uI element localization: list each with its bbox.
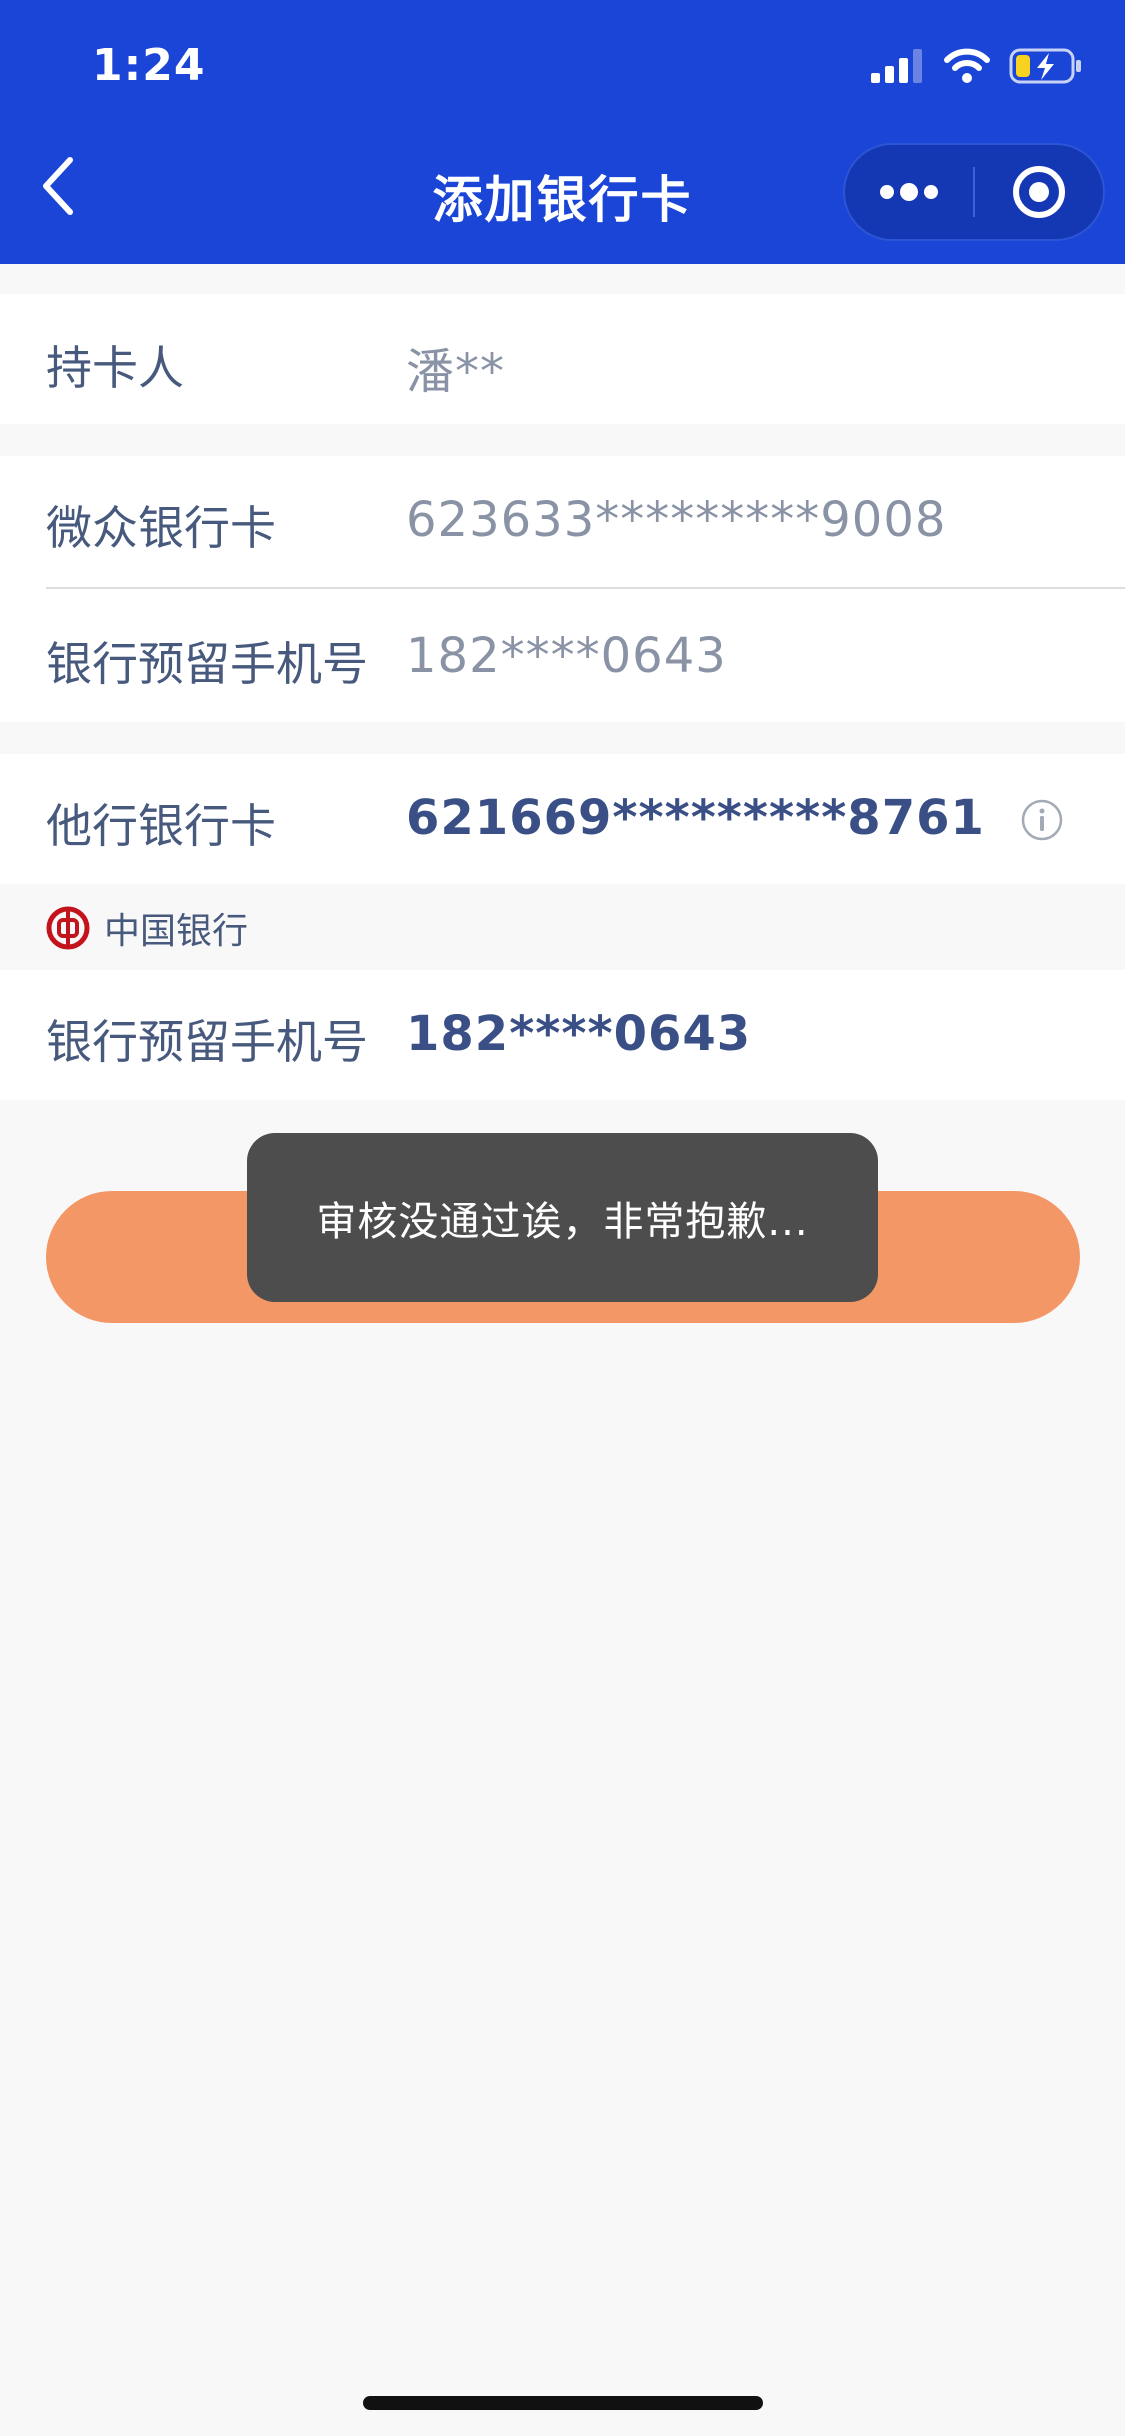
wifi-icon bbox=[944, 48, 990, 83]
row-divider bbox=[46, 587, 1125, 589]
signal-icon bbox=[871, 49, 922, 83]
bank-info: 中国银行 bbox=[46, 906, 248, 952]
status-icons bbox=[871, 44, 1083, 88]
status-time: 1:24 bbox=[92, 40, 206, 91]
toast-text: 审核没通过诶，非常抱歉... bbox=[316, 1198, 809, 1245]
bank-name: 中国银行 bbox=[104, 911, 249, 952]
bank-of-china-logo bbox=[46, 906, 90, 950]
webank-card-section: 微众银行卡 623633*********9008 银行预留手机号 182***… bbox=[0, 456, 1125, 722]
webank-phone-label: 银行预留手机号 bbox=[46, 637, 368, 691]
other-bank-phone-label: 银行预留手机号 bbox=[46, 1015, 368, 1069]
card-holder-label: 持卡人 bbox=[46, 341, 184, 395]
card-holder-value: 潘** bbox=[406, 344, 506, 400]
other-bank-card-label: 他行银行卡 bbox=[46, 799, 276, 853]
webank-phone-value: 182****0643 bbox=[406, 628, 727, 684]
webank-card-label: 微众银行卡 bbox=[46, 501, 276, 555]
miniprogram-capsule bbox=[843, 143, 1105, 241]
toast-message: 审核没通过诶，非常抱歉... bbox=[247, 1133, 878, 1302]
more-button[interactable] bbox=[845, 143, 973, 241]
card-holder-row: 持卡人 潘** bbox=[0, 294, 1125, 424]
other-bank-card-row[interactable]: 他行银行卡 621669*********8761 bbox=[0, 754, 1125, 884]
info-icon[interactable] bbox=[1020, 798, 1064, 842]
battery-charging-icon bbox=[1009, 48, 1081, 84]
home-indicator bbox=[363, 2396, 763, 2410]
webank-card-number: 623633*********9008 bbox=[406, 492, 947, 548]
other-bank-phone-row: 银行预留手机号 182****0643 bbox=[0, 970, 1125, 1100]
more-dots-icon bbox=[880, 183, 938, 201]
close-button[interactable] bbox=[975, 143, 1103, 241]
close-target-icon bbox=[1012, 166, 1065, 218]
header: 1:24 添加银行卡 bbox=[0, 0, 1125, 264]
other-bank-card-number: 621669*********8761 bbox=[406, 790, 985, 846]
other-bank-phone-value: 182****0643 bbox=[406, 1006, 752, 1062]
